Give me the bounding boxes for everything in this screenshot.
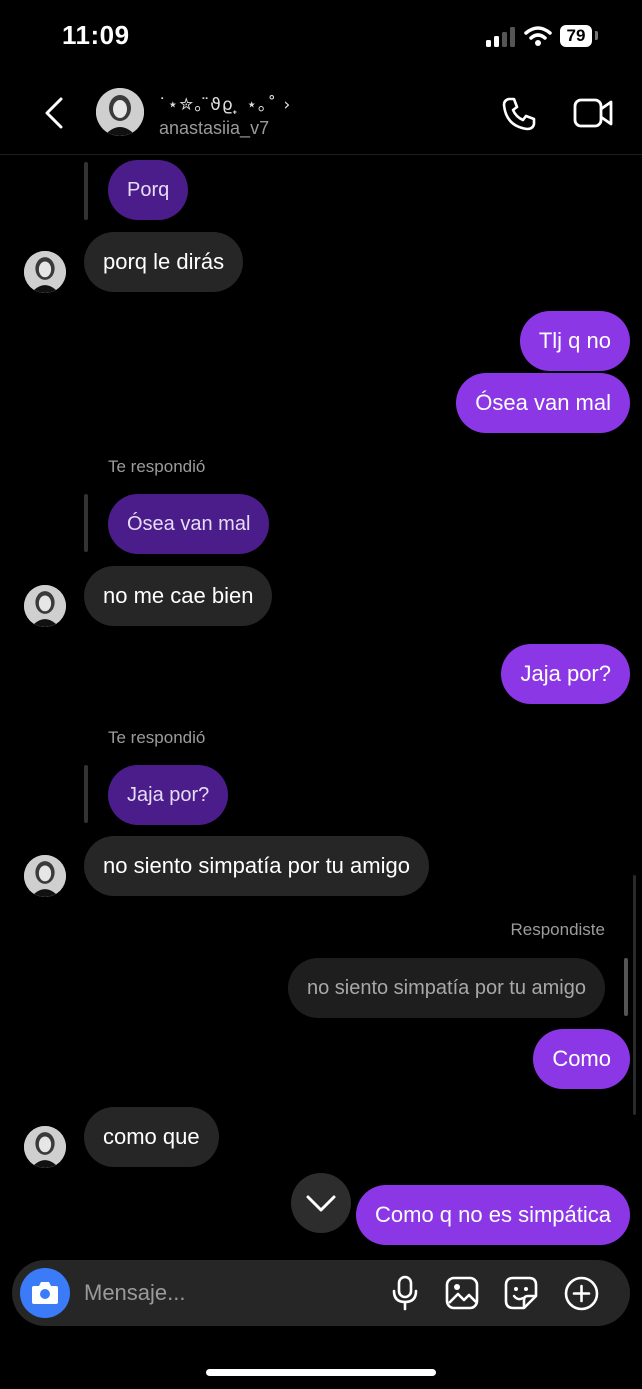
battery-tip	[595, 31, 598, 40]
sender-avatar[interactable]	[24, 855, 66, 897]
incoming-message[interactable]: no me cae bien	[84, 566, 273, 626]
home-indicator[interactable]	[206, 1369, 436, 1376]
outgoing-message[interactable]: Ósea van mal	[456, 373, 630, 433]
microphone-icon[interactable]	[390, 1275, 420, 1311]
camera-icon	[32, 1282, 58, 1304]
reply-bar	[84, 765, 88, 823]
wifi-icon	[524, 26, 552, 46]
chevron-down-icon	[306, 1195, 336, 1212]
video-icon[interactable]	[573, 96, 613, 130]
sticker-icon[interactable]	[504, 1276, 538, 1310]
sender-avatar[interactable]	[24, 585, 66, 627]
sender-avatar[interactable]	[24, 251, 66, 293]
contact-username[interactable]: anastasiia_v7	[159, 118, 269, 139]
incoming-message[interactable]: como que	[84, 1107, 219, 1167]
battery-indicator: 79	[560, 25, 592, 47]
camera-button[interactable]	[20, 1268, 70, 1318]
gallery-icon[interactable]	[445, 1276, 479, 1310]
reply-label: Te respondió	[108, 728, 206, 747]
contact-display-name[interactable]: ˙⋆✮｡ ̈ϑϱ ̟ ⋆｡˚ ›	[158, 90, 291, 115]
reply-bar	[84, 494, 88, 552]
quoted-message[interactable]: Jaja por?	[108, 765, 229, 825]
reply-indicator-bar	[624, 958, 628, 1016]
reply-label: Respondiste	[510, 920, 605, 939]
quoted-message[interactable]: Ósea van mal	[108, 494, 270, 554]
reply-label: Te respondió	[108, 457, 206, 476]
header-divider	[0, 154, 642, 155]
outgoing-message[interactable]: Como	[533, 1029, 630, 1089]
plus-icon[interactable]	[564, 1276, 599, 1311]
scroll-track[interactable]	[633, 875, 636, 1115]
reply-bar	[84, 162, 88, 220]
back-icon[interactable]	[42, 96, 66, 130]
incoming-message[interactable]: porq le dirás	[84, 232, 244, 292]
contact-avatar[interactable]	[96, 88, 144, 136]
scroll-to-bottom-button[interactable]	[291, 1173, 351, 1233]
signal-icon	[486, 27, 515, 47]
status-time: 11:09	[62, 20, 130, 50]
quoted-message[interactable]: no siento simpatía por tu amigo	[287, 958, 605, 1018]
sender-avatar[interactable]	[24, 1126, 66, 1168]
outgoing-message[interactable]: Jaja por?	[501, 644, 630, 704]
message-input[interactable]: Mensaje...	[84, 1280, 186, 1306]
phone-icon[interactable]	[500, 95, 538, 133]
outgoing-message[interactable]: Tlj q no	[519, 311, 630, 371]
outgoing-message[interactable]: Como q no es simpática	[356, 1185, 630, 1245]
quoted-message[interactable]: Porq	[108, 160, 189, 220]
incoming-message[interactable]: no siento simpatía por tu amigo	[84, 836, 429, 896]
